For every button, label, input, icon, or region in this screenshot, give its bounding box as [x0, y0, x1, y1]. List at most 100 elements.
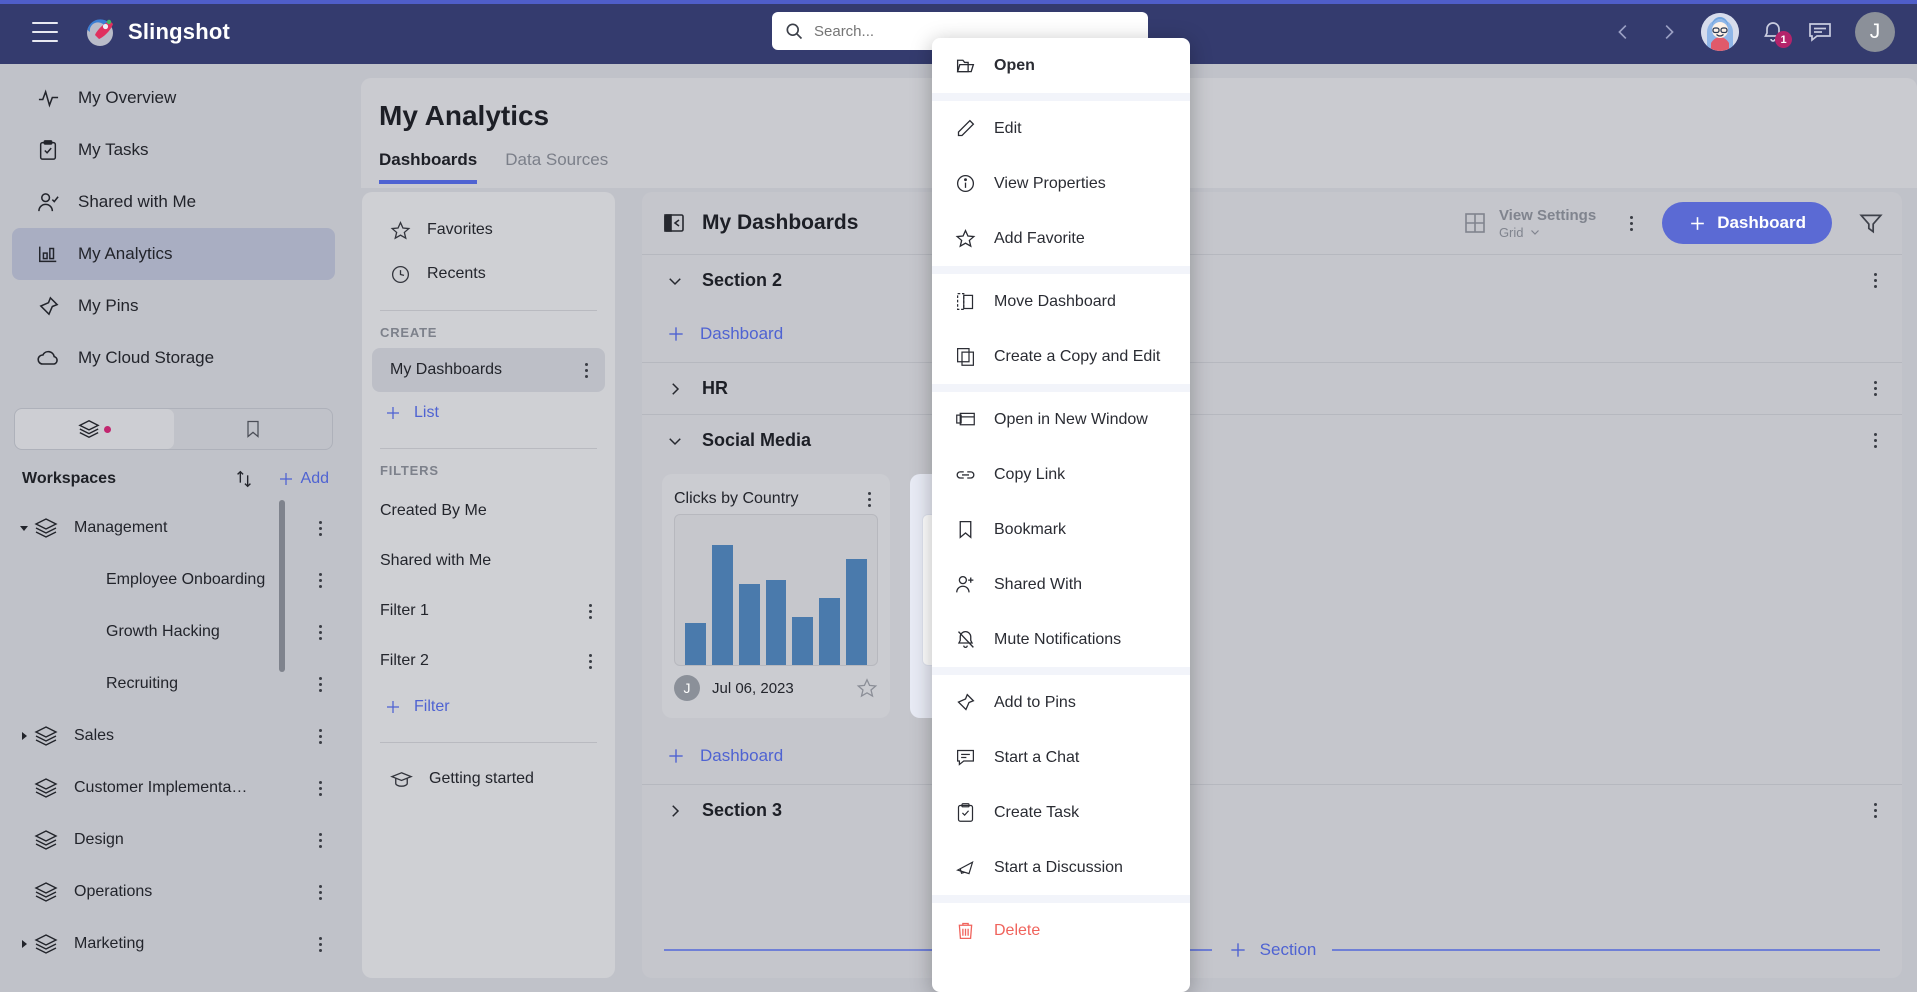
add-workspace-button[interactable]: Add: [277, 470, 329, 488]
section-menu-icon[interactable]: [1866, 433, 1884, 448]
bar-chart-icon: [36, 242, 60, 266]
menu-item-copy-link[interactable]: Copy Link: [932, 447, 1190, 502]
section-row[interactable]: Section 2: [642, 254, 1902, 306]
filter-icon[interactable]: [1858, 210, 1884, 236]
workspace-menu-icon[interactable]: [311, 884, 329, 900]
side-item-favorites[interactable]: Favorites: [372, 208, 605, 252]
workspace-menu-icon[interactable]: [311, 728, 329, 744]
add-filter-button[interactable]: Filter: [362, 686, 615, 728]
workspace-menu-icon[interactable]: [311, 832, 329, 848]
profile-avatar-image[interactable]: [1701, 13, 1739, 51]
menu-item-add-to-pins[interactable]: Add to Pins: [932, 675, 1190, 730]
caret-right-icon[interactable]: [16, 731, 32, 741]
workspace-item[interactable]: Growth Hacking: [0, 606, 347, 658]
workspace-item[interactable]: Sales: [0, 710, 347, 762]
user-avatar[interactable]: J: [1855, 12, 1895, 52]
workspace-item[interactable]: Design: [0, 814, 347, 866]
menu-item-start-a-discussion[interactable]: Start a Discussion: [932, 840, 1190, 895]
tab-bookmarks[interactable]: [174, 409, 333, 449]
forward-arrow-icon[interactable]: [1657, 21, 1679, 43]
menu-item-edit[interactable]: Edit: [932, 101, 1190, 156]
workspace-item[interactable]: Marketing: [0, 918, 347, 970]
workspace-menu-icon[interactable]: [311, 624, 329, 640]
tab-dashboards[interactable]: Dashboards: [379, 150, 478, 184]
menu-item-bookmark[interactable]: Bookmark: [932, 502, 1190, 557]
view-settings-control[interactable]: View Settings Grid: [1463, 207, 1596, 240]
layers-icon: [34, 828, 60, 852]
side-item-getting-started[interactable]: Getting started: [372, 757, 605, 801]
workspace-menu-icon[interactable]: [311, 520, 329, 536]
section-row[interactable]: Section 3: [642, 784, 1902, 836]
chevron-down-icon[interactable]: [664, 272, 686, 290]
caret-right-icon[interactable]: [16, 939, 32, 949]
menu-item-create-a-copy-and-edit[interactable]: Create a Copy and Edit: [932, 329, 1190, 384]
chevron-right-icon[interactable]: [664, 802, 686, 820]
section-menu-icon[interactable]: [1866, 803, 1884, 818]
dashboard-card-menu-icon[interactable]: [860, 491, 878, 507]
section-menu-icon[interactable]: [1866, 381, 1884, 396]
dashboard-card-title: Clicks by Country: [674, 490, 799, 507]
filter-item[interactable]: Filter 2: [362, 636, 615, 686]
chevron-right-icon[interactable]: [664, 380, 686, 398]
section-row[interactable]: Social Media: [642, 414, 1902, 466]
menu-item-mute-notifications[interactable]: Mute Notifications: [932, 612, 1190, 667]
menu-item-add-favorite[interactable]: Add Favorite: [932, 211, 1190, 266]
menu-item-start-a-chat[interactable]: Start a Chat: [932, 730, 1190, 785]
menu-item-shared-with[interactable]: Shared With: [932, 557, 1190, 612]
notifications-bell-icon[interactable]: 1: [1761, 20, 1792, 48]
grid-icon: [1463, 211, 1487, 235]
add-dashboard-link[interactable]: Dashboard: [642, 306, 1902, 362]
workspace-menu-icon[interactable]: [311, 676, 329, 692]
chat-icon[interactable]: [1807, 19, 1833, 45]
sidebar-scrollbar[interactable]: [279, 500, 285, 672]
menu-item-view-properties[interactable]: View Properties: [932, 156, 1190, 211]
workspace-menu-icon[interactable]: [311, 572, 329, 588]
hamburger-menu-icon[interactable]: [32, 22, 58, 42]
dashboard-card[interactable]: Clicks by Country J Jul 06, 2023: [662, 474, 890, 718]
add-section-button[interactable]: Section: [1228, 940, 1316, 960]
menu-item-open-in-new-window[interactable]: Open in New Window: [932, 392, 1190, 447]
search-input[interactable]: [814, 22, 1136, 40]
side-item-my-dashboards[interactable]: My Dashboards: [372, 348, 605, 392]
tab-data-sources[interactable]: Data Sources: [505, 150, 608, 184]
side-item-recents[interactable]: Recents: [372, 252, 605, 296]
workspace-item[interactable]: Operations: [0, 866, 347, 918]
menu-item-open[interactable]: Open: [932, 38, 1190, 93]
filter-menu-icon[interactable]: [581, 653, 599, 669]
menu-item-delete[interactable]: Delete: [932, 903, 1190, 958]
section-row[interactable]: HR: [642, 362, 1902, 414]
add-list-button[interactable]: List: [362, 392, 615, 434]
add-dashboard-link[interactable]: Dashboard: [642, 728, 1902, 784]
tab-workspaces[interactable]: [15, 409, 174, 449]
caret-down-icon[interactable]: [16, 523, 32, 533]
filter-item[interactable]: Shared with Me: [362, 536, 615, 586]
panel-more-menu-icon[interactable]: [1622, 215, 1640, 231]
sidebar-item-my-tasks[interactable]: My Tasks: [12, 124, 335, 176]
collapse-panel-icon[interactable]: [662, 211, 686, 235]
chevron-down-icon[interactable]: [664, 432, 686, 450]
favorite-star-icon[interactable]: [856, 677, 878, 699]
add-dashboard-button[interactable]: Dashboard: [1662, 202, 1832, 244]
workspace-item[interactable]: Employee Onboarding: [0, 554, 347, 606]
sort-icon[interactable]: [233, 468, 255, 490]
workspace-item[interactable]: Customer Implementa…: [0, 762, 347, 814]
my-dashboards-menu-icon[interactable]: [577, 362, 595, 378]
back-arrow-icon[interactable]: [1613, 21, 1635, 43]
sidebar-item-shared-with-me[interactable]: Shared with Me: [12, 176, 335, 228]
sidebar-item-my-overview[interactable]: My Overview: [12, 72, 335, 124]
workspace-menu-icon[interactable]: [311, 936, 329, 952]
workspace-item[interactable]: Recruiting: [0, 658, 347, 710]
workspace-menu-icon[interactable]: [311, 780, 329, 796]
menu-item-create-task[interactable]: Create Task: [932, 785, 1190, 840]
menu-item-move-dashboard[interactable]: Move Dashboard: [932, 274, 1190, 329]
filter-item[interactable]: Filter 1: [362, 586, 615, 636]
sidebar-item-my-analytics[interactable]: My Analytics: [12, 228, 335, 280]
chart-bar: [792, 617, 814, 665]
filter-item[interactable]: Created By Me: [362, 486, 615, 536]
dashboard-card-header: Clicks by Country: [674, 484, 878, 514]
section-menu-icon[interactable]: [1866, 273, 1884, 288]
filter-menu-icon[interactable]: [581, 603, 599, 619]
sidebar-item-my-cloud-storage[interactable]: My Cloud Storage: [12, 332, 335, 384]
workspace-item[interactable]: Management: [0, 502, 347, 554]
sidebar-item-my-pins[interactable]: My Pins: [12, 280, 335, 332]
